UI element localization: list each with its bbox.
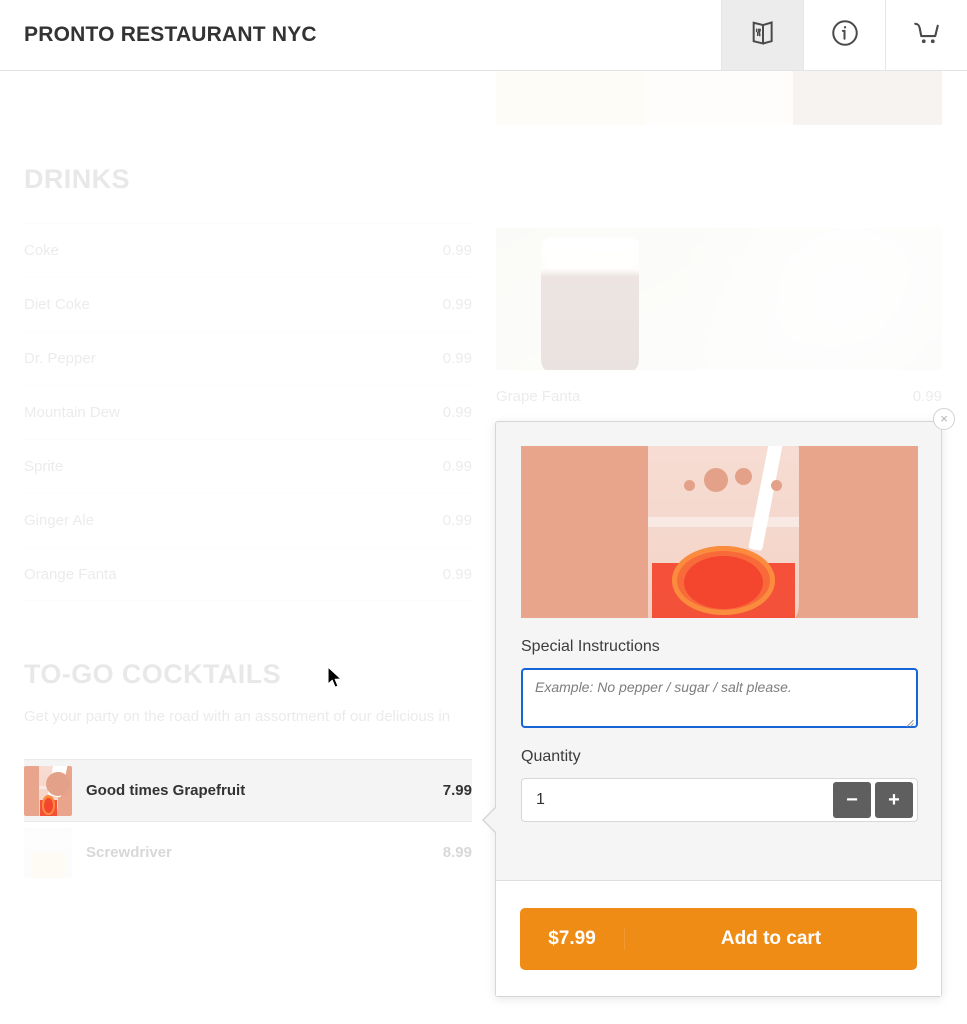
grape-fanta-row[interactable]: Grape Fanta 0.99 xyxy=(496,370,942,424)
cocktail-item-price: 8.99 xyxy=(442,844,472,861)
special-instructions-label: Special Instructions xyxy=(521,638,660,655)
close-icon[interactable]: × xyxy=(933,408,955,430)
section-title-drinks: DRINKS xyxy=(24,164,130,194)
info-icon xyxy=(830,18,860,53)
item-photo xyxy=(521,446,918,618)
grape-fanta-photo[interactable] xyxy=(496,228,942,370)
menu-item-mountain-dew[interactable]: Mountain Dew 0.99 xyxy=(24,385,472,439)
menu-item-price: 0.99 xyxy=(442,296,472,313)
quantity-decrement-button[interactable]: − xyxy=(833,782,871,818)
menu-item-price: 0.99 xyxy=(442,350,472,367)
cream-drinks-photo xyxy=(496,71,942,125)
item-detail-popover: × Special Instructions Example: No peppe… xyxy=(482,408,955,997)
menu-item-orange-fanta[interactable]: Orange Fanta 0.99 xyxy=(24,547,472,601)
popover-tail-inner xyxy=(484,807,497,833)
section-title-cocktails: TO-GO COCKTAILS xyxy=(24,659,281,689)
cocktail-item-screwdriver[interactable]: Screwdriver 8.99 xyxy=(24,821,472,883)
add-to-cart-label: Add to cart xyxy=(720,927,822,949)
special-instructions-input[interactable]: Example: No pepper / sugar / salt please… xyxy=(521,668,918,728)
cocktail-item-price: 7.99 xyxy=(442,782,472,799)
menu-item-name: Diet Coke xyxy=(24,296,90,313)
special-instructions-placeholder: Example: No pepper / sugar / salt please… xyxy=(535,679,792,695)
menu-book-button[interactable] xyxy=(721,0,803,70)
menu-item-diet-coke[interactable]: Diet Coke 0.99 xyxy=(24,277,472,331)
grapefruit-pouch-artwork-large xyxy=(521,446,918,618)
menu-item-price: 0.99 xyxy=(442,242,472,259)
grape-fanta-price: 0.99 xyxy=(912,388,942,405)
info-button[interactable] xyxy=(803,0,885,70)
quantity-label: Quantity xyxy=(521,748,581,765)
menu-left-column: DRINKS Coke 0.99 Diet Coke 0.99 Dr. Pepp… xyxy=(24,71,472,883)
grapefruit-pouch-artwork xyxy=(24,765,72,816)
resize-grip-icon[interactable] xyxy=(904,714,914,727)
section-description-cocktails: Get your party on the road with an assor… xyxy=(24,708,451,725)
add-to-cart-button[interactable]: $7.99 Add to cart xyxy=(520,907,917,970)
cream-drinks-artwork xyxy=(496,71,942,125)
cart-icon xyxy=(912,18,942,53)
menu-item-name: Dr. Pepper xyxy=(24,350,96,367)
menu-item-name: Ginger Ale xyxy=(24,512,95,529)
menu-item-ginger-ale[interactable]: Ginger Ale 0.99 xyxy=(24,493,472,547)
menu-item-name: Sprite xyxy=(24,458,64,475)
cocktail-thumbnail xyxy=(24,765,72,816)
cocktail-thumbnail xyxy=(24,827,72,878)
quantity-stepper[interactable]: 1 − + xyxy=(521,778,918,822)
grape-fanta-artwork xyxy=(496,228,942,370)
menu-item-price: 0.99 xyxy=(442,565,472,583)
screwdriver-artwork xyxy=(24,827,72,878)
cocktail-item-good-times-grapefruit[interactable]: Good times Grapefruit 7.99 xyxy=(24,759,472,821)
menu-item-coke[interactable]: Coke 0.99 xyxy=(24,223,472,277)
quantity-increment-button[interactable]: + xyxy=(875,782,913,818)
menu-item-price: 0.99 xyxy=(442,458,472,475)
menu-item-name: Coke xyxy=(24,242,60,259)
popover-body: Special Instructions Example: No pepper … xyxy=(496,422,941,822)
cocktail-item-name: Good times Grapefruit xyxy=(86,782,246,799)
add-to-cart-price: $7.99 xyxy=(520,927,625,950)
page-title: PRONTO RESTAURANT NYC xyxy=(24,23,317,46)
menu-book-icon xyxy=(749,19,777,52)
menu-item-name: Mountain Dew xyxy=(24,404,120,421)
menu-item-price: 0.99 xyxy=(442,404,472,421)
section-cocktails-header: TO-GO COCKTAILS Get your party on the ro… xyxy=(24,659,472,727)
cart-button[interactable] xyxy=(885,0,967,70)
app-root: PRONTO RESTAURANT NYC Grape Fanta 0.99 D… xyxy=(0,0,967,1024)
menu-item-sprite[interactable]: Sprite 0.99 xyxy=(24,439,472,493)
popover-footer: $7.99 Add to cart xyxy=(496,880,941,996)
quantity-input[interactable]: 1 xyxy=(522,791,833,809)
menu-item-name: Orange Fanta xyxy=(24,565,117,583)
menu-item-dr-pepper[interactable]: Dr. Pepper 0.99 xyxy=(24,331,472,385)
app-header: PRONTO RESTAURANT NYC xyxy=(0,0,967,71)
grape-fanta-name: Grape Fanta xyxy=(496,388,581,405)
cocktail-item-name: Screwdriver xyxy=(86,844,172,861)
section-drinks: DRINKS Coke 0.99 Diet Coke 0.99 Dr. Pepp… xyxy=(24,71,472,601)
menu-item-price: 0.99 xyxy=(442,512,472,529)
